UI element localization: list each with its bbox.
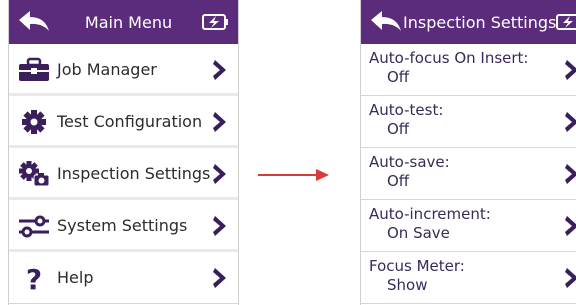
gears-camera-icon — [17, 160, 51, 187]
setting-label: Focus Meter: — [369, 257, 465, 275]
back-arrow-icon[interactable] — [369, 9, 403, 35]
menu-item-label: Job Manager — [57, 60, 157, 79]
setting-value: Off — [387, 120, 410, 138]
menu-item-label: Test Configuration — [57, 112, 203, 131]
setting-auto-test[interactable]: Auto-test: Off — [361, 96, 576, 148]
setting-auto-focus-on-insert[interactable]: Auto-focus On Insert: Off — [361, 44, 576, 96]
chevron-right-icon — [565, 268, 576, 288]
page-title: Main Menu — [84, 12, 173, 32]
svg-text:?: ? — [26, 265, 42, 291]
setting-label: Auto-focus On Insert: — [369, 49, 529, 67]
flow-arrow-icon — [258, 169, 329, 181]
chevron-right-icon — [565, 60, 576, 80]
chevron-right-icon — [213, 164, 226, 184]
chevron-right-icon — [565, 216, 576, 236]
menu-item-inspection-settings[interactable]: Inspection Settings — [9, 148, 238, 200]
menu-item-test-configuration[interactable]: Test Configuration — [9, 96, 238, 148]
battery-charging-icon — [556, 14, 576, 30]
menu-item-system-settings[interactable]: System Settings — [9, 200, 238, 252]
chevron-right-icon — [565, 164, 576, 184]
sliders-icon — [17, 213, 51, 239]
setting-value: Show — [387, 276, 428, 294]
setting-label: Auto-test: — [369, 101, 444, 119]
battery-charging-icon — [202, 14, 228, 30]
setting-label: Auto-increment: — [369, 205, 491, 223]
chevron-right-icon — [213, 60, 226, 80]
menu-item-label: Help — [57, 268, 94, 287]
main-menu-screen: Main Menu Job Manager Test Configuration… — [8, 0, 239, 305]
chevron-right-icon — [213, 216, 226, 236]
setting-auto-increment[interactable]: Auto-increment: On Save — [361, 200, 576, 252]
setting-auto-save[interactable]: Auto-save: Off — [361, 148, 576, 200]
main-menu-header: Main Menu — [9, 0, 238, 44]
chevron-right-icon — [213, 268, 226, 288]
menu-item-label: Inspection Settings — [57, 164, 211, 183]
setting-label: Auto-save: — [369, 153, 450, 171]
menu-item-help[interactable]: ? Help — [9, 252, 238, 304]
setting-value: On Save — [387, 224, 450, 242]
inspection-settings-screen: Inspection Settings Auto-focus On Insert… — [360, 0, 576, 305]
gear-icon — [17, 109, 51, 135]
question-icon: ? — [17, 265, 51, 291]
back-arrow-icon[interactable] — [17, 9, 51, 35]
chevron-right-icon — [213, 112, 226, 132]
briefcase-icon — [17, 57, 51, 83]
inspection-settings-header: Inspection Settings — [361, 0, 576, 44]
setting-value: Off — [387, 68, 410, 86]
setting-value: Off — [387, 172, 410, 190]
menu-item-job-manager[interactable]: Job Manager — [9, 44, 238, 96]
chevron-right-icon — [565, 112, 576, 132]
setting-focus-meter[interactable]: Focus Meter: Show — [361, 252, 576, 304]
menu-item-label: System Settings — [57, 216, 188, 235]
